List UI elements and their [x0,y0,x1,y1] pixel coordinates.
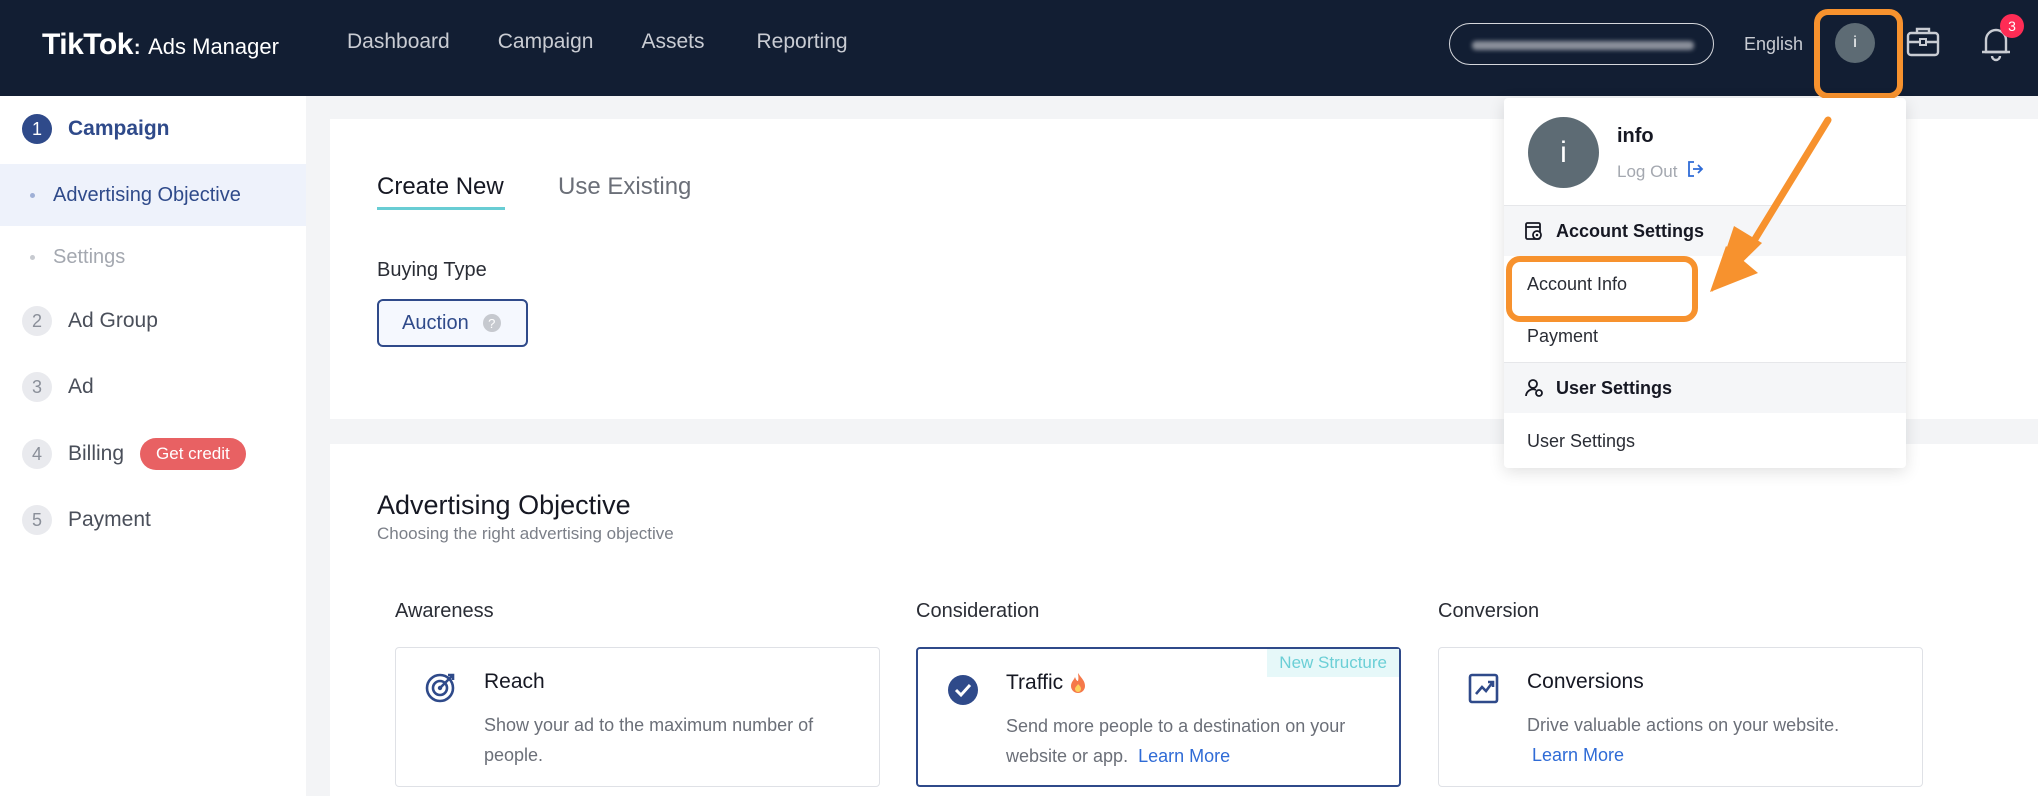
option-description: Send more people to a destination on you… [1006,711,1376,771]
option-title: Traffic [1006,671,1064,694]
option-title: Reach [484,670,545,693]
logo-colon: : [133,37,141,59]
nav-reporting[interactable]: Reporting [757,30,848,54]
learn-more-link[interactable]: Learn More [1532,745,1624,765]
active-tab-indicator [377,207,505,210]
redacted-account-name [1472,41,1694,50]
log-out-label: Log Out [1617,161,1678,181]
step-billing[interactable]: 4 Billing Get credit [22,438,246,470]
objective-option-reach[interactable]: Reach Show your ad to the maximum number… [395,647,880,787]
step-payment[interactable]: 5 Payment [22,505,151,535]
menu-item-payment[interactable]: Payment [1527,326,1598,347]
dropdown-avatar: i [1528,117,1599,188]
menu-item-user-settings[interactable]: User Settings [1527,431,1635,452]
step-ad[interactable]: 3 Ad [22,372,94,402]
step-label: Payment [68,508,151,531]
buying-type-auction-button[interactable]: Auction ? [377,299,528,347]
user-name: info [1617,125,1654,147]
nav-assets[interactable]: Assets [641,30,704,54]
tiktok-ads-manager-logo[interactable]: TikTok: Ads Manager [42,28,279,62]
account-info-highlight-box [1506,256,1698,322]
option-description: Drive valuable actions on your website. … [1527,710,1897,770]
step-label: Billing [68,442,125,465]
buying-type-label: Buying Type [377,259,487,281]
substep-label: Settings [53,245,126,268]
bullet-dot [30,254,35,260]
step-number: 5 [22,505,52,535]
bullet-dot [30,192,35,198]
get-credit-badge[interactable]: Get credit [140,438,246,470]
learn-more-link[interactable]: Learn More [1138,746,1230,766]
advertising-objective-card: Advertising Objective Choosing the right… [330,444,2038,796]
trend-up-icon [1467,670,1501,709]
consideration-heading: Consideration [916,600,1040,622]
step-number: 1 [22,114,52,144]
campaign-steps-sidebar: 1 Campaign Advertising Objective Setting… [0,96,306,796]
fire-icon [1068,671,1088,700]
log-out-link[interactable]: Log Out [1617,160,1704,183]
option-title: Conversions [1527,670,1644,693]
main-nav: Dashboard Campaign Assets Reporting [347,30,896,54]
top-navigation-bar: TikTok: Ads Manager Dashboard Campaign A… [0,0,2038,96]
user-settings-icon [1525,379,1543,397]
account-settings-label: Account Settings [1556,220,1705,241]
logo-sub: Ads Manager [148,34,279,59]
step-label: Ad [68,375,94,398]
target-icon [424,670,458,709]
user-settings-header: User Settings [1504,363,1906,413]
tab-use-existing[interactable]: Use Existing [558,173,691,201]
objective-option-traffic[interactable]: New Structure Traffic Send more people t… [916,647,1401,787]
objective-title: Advertising Objective [377,490,631,520]
briefcase-icon[interactable] [1905,24,1941,65]
step-label: Campaign [68,117,170,140]
notification-badge: 3 [2000,14,2024,38]
avatar-highlight-box [1814,9,1903,99]
objective-option-conversions[interactable]: Conversions Drive valuable actions on yo… [1438,647,1923,787]
awareness-heading: Awareness [395,600,494,622]
tab-create-new[interactable]: Create New [377,173,504,201]
new-structure-tag: New Structure [1267,649,1399,677]
logo-main: TikTok [42,28,133,61]
step-label: Ad Group [68,309,158,332]
objective-subtitle: Choosing the right advertising objective [377,524,674,543]
language-selector[interactable]: English [1744,34,1803,55]
logout-icon [1686,160,1704,183]
account-selector[interactable] [1449,23,1714,65]
option-description: Show your ad to the maximum number of pe… [484,715,814,765]
substep-settings[interactable]: Settings [0,226,306,288]
help-question-icon[interactable]: ? [482,314,501,332]
step-ad-group[interactable]: 2 Ad Group [22,306,158,336]
conversion-heading: Conversion [1438,600,1540,622]
step-number: 3 [22,372,52,402]
nav-dashboard[interactable]: Dashboard [347,30,450,54]
check-circle-icon [946,671,980,710]
auction-label: Auction [402,311,469,334]
substep-label: Advertising Objective [53,183,241,206]
description-text: Drive valuable actions on your website. [1527,715,1840,735]
account-settings-header: Account Settings [1504,206,1906,256]
step-number: 2 [22,306,52,336]
step-number: 4 [22,439,52,469]
account-settings-icon [1525,222,1542,240]
step-campaign[interactable]: 1 Campaign [22,114,170,144]
nav-campaign[interactable]: Campaign [498,30,594,54]
substep-advertising-objective[interactable]: Advertising Objective [0,164,306,226]
user-settings-label: User Settings [1556,377,1673,398]
